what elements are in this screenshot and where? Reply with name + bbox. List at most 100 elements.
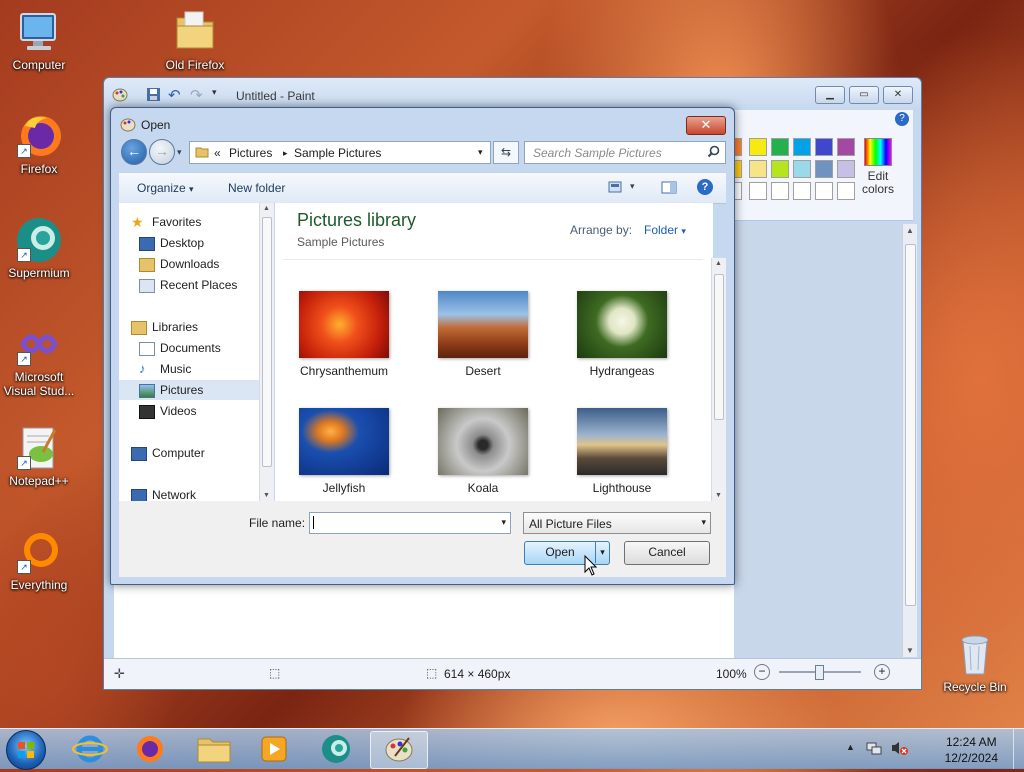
edit-colors-button[interactable]: Edit colors (856, 138, 900, 196)
color-swatch-empty[interactable] (734, 182, 742, 200)
nav-videos[interactable]: Videos (119, 401, 259, 421)
color-swatch[interactable] (837, 138, 855, 156)
nav-music[interactable]: ♪ Music (119, 359, 259, 379)
taskbar-paint[interactable] (370, 731, 428, 769)
color-swatch[interactable] (793, 138, 811, 156)
scroll-thumb[interactable] (905, 244, 916, 606)
start-button[interactable] (6, 730, 46, 770)
file-item-desert[interactable]: Desert (423, 291, 543, 378)
cancel-button[interactable]: Cancel (624, 541, 710, 565)
zoom-in-button[interactable]: + (874, 664, 890, 680)
color-swatch-empty[interactable] (837, 182, 855, 200)
zoom-slider[interactable] (779, 665, 861, 680)
desktop-icon-firefox[interactable]: ↗ Firefox (1, 112, 77, 176)
system-clock[interactable]: 12:24 AM 12/2/2024 (945, 734, 998, 766)
color-swatch[interactable] (771, 138, 789, 156)
back-button[interactable]: ← (121, 139, 147, 165)
taskbar-internet-explorer[interactable] (62, 731, 118, 767)
help-icon[interactable]: ? (697, 179, 713, 195)
file-name-dropdown-icon[interactable]: ▾ (501, 517, 506, 528)
arrange-by-dropdown[interactable]: Folder ▾ (644, 223, 686, 237)
file-name-input[interactable]: ▾ (309, 512, 511, 534)
address-dropdown-icon[interactable]: ▾ (478, 147, 483, 158)
maximize-button[interactable]: ▭ (849, 86, 879, 104)
network-tray-icon[interactable] (866, 740, 882, 759)
scroll-up-icon[interactable]: ▲ (263, 205, 270, 212)
file-type-select[interactable]: All Picture Files ▾ (523, 512, 711, 534)
save-icon[interactable] (146, 87, 161, 105)
volume-muted-icon[interactable] (890, 740, 908, 759)
taskbar-firefox[interactable] (122, 731, 178, 767)
scroll-thumb[interactable] (714, 274, 724, 420)
file-item-jellyfish[interactable]: Jellyfish (284, 408, 404, 495)
nav-favorites[interactable]: ★ Favorites (119, 212, 259, 232)
taskbar-media-player[interactable] (246, 731, 302, 767)
nav-downloads[interactable]: Downloads (119, 254, 259, 274)
color-swatch[interactable] (793, 160, 811, 178)
paint-app-icon[interactable] (112, 87, 128, 106)
taskbar-supermium[interactable] (308, 731, 364, 767)
scroll-up-icon[interactable]: ▲ (906, 226, 914, 235)
redo-icon[interactable]: ↷ (190, 86, 203, 104)
show-desktop-button[interactable] (1013, 729, 1024, 769)
zoom-slider-thumb[interactable] (815, 665, 824, 680)
scroll-up-icon[interactable]: ▲ (715, 260, 722, 267)
dialog-close-button[interactable]: ✕ (686, 116, 726, 135)
scroll-thumb[interactable] (262, 217, 272, 467)
minimize-button[interactable]: ▁ (815, 86, 845, 104)
undo-icon[interactable]: ↶ (168, 86, 181, 104)
view-dropdown-icon[interactable]: ▾ (630, 181, 635, 192)
desktop-icon-visual-studio[interactable]: ↗ Microsoft Visual Stud... (1, 320, 77, 398)
zoom-out-button[interactable]: − (754, 664, 770, 680)
scroll-down-icon[interactable]: ▼ (715, 492, 722, 499)
close-button[interactable]: ✕ (883, 86, 913, 104)
color-swatch-empty[interactable] (793, 182, 811, 200)
color-swatch[interactable] (749, 160, 767, 178)
desktop-icon-old-firefox[interactable]: Old Firefox (157, 8, 233, 72)
scroll-down-icon[interactable]: ▼ (263, 492, 270, 499)
color-swatch[interactable] (815, 160, 833, 178)
address-bar[interactable]: « Pictures ▸ Sample Pictures ▾ (189, 141, 491, 164)
file-type-dropdown-icon[interactable]: ▾ (701, 517, 706, 528)
color-swatch-empty[interactable] (815, 182, 833, 200)
nav-recent-places[interactable]: Recent Places (119, 275, 259, 295)
desktop-icon-supermium[interactable]: ↗ Supermium (1, 216, 77, 280)
color-swatch-empty[interactable] (749, 182, 767, 200)
color-swatch-empty[interactable] (771, 182, 789, 200)
file-item-lighthouse[interactable]: Lighthouse (562, 408, 682, 495)
recent-locations-dropdown-icon[interactable]: ▾ (177, 147, 182, 158)
desktop-icon-everything[interactable]: ↗ Everything (1, 528, 77, 592)
color-swatch[interactable] (837, 160, 855, 178)
breadcrumb-sample-pictures[interactable]: Sample Pictures (294, 146, 381, 160)
color-swatch[interactable] (734, 160, 742, 178)
breadcrumb-separator-icon[interactable]: ▸ (283, 148, 288, 159)
nav-network[interactable]: Network (119, 485, 259, 501)
nav-documents[interactable]: Documents (119, 338, 259, 358)
search-box[interactable]: Search Sample Pictures (524, 141, 726, 164)
nav-pictures[interactable]: Pictures (119, 380, 259, 400)
scroll-down-icon[interactable]: ▼ (906, 646, 914, 655)
breadcrumb-pictures[interactable]: Pictures (229, 146, 272, 160)
taskbar-explorer[interactable] (186, 731, 242, 767)
desktop-icon-notepadpp[interactable]: ↗ Notepad++ (1, 424, 77, 488)
nav-libraries[interactable]: Libraries (119, 317, 259, 337)
color-swatch[interactable] (749, 138, 767, 156)
file-list-scrollbar[interactable]: ▲ ▼ (711, 258, 726, 501)
desktop-icon-recycle-bin[interactable]: Recycle Bin (937, 630, 1013, 694)
help-icon[interactable]: ? (895, 112, 909, 126)
color-swatch[interactable] (771, 160, 789, 178)
breadcrumb-overflow[interactable]: « (214, 146, 221, 160)
forward-button[interactable]: → (149, 139, 175, 165)
refresh-button[interactable]: ⇆ (493, 141, 519, 164)
desktop-icon-computer[interactable]: Computer (1, 8, 77, 72)
organize-button[interactable]: Organize ▾ (137, 181, 194, 195)
new-folder-button[interactable]: New folder (228, 181, 285, 195)
color-swatch[interactable] (815, 138, 833, 156)
navigation-pane-scrollbar[interactable]: ▲ ▼ (259, 203, 274, 501)
canvas-vertical-scrollbar[interactable]: ▲ ▼ (902, 224, 917, 657)
nav-computer[interactable]: Computer (119, 443, 259, 463)
file-item-hydrangeas[interactable]: Hydrangeas (562, 291, 682, 378)
nav-desktop[interactable]: Desktop (119, 233, 259, 253)
preview-pane-icon[interactable] (661, 181, 677, 197)
quick-access-dropdown-icon[interactable]: ▾ (212, 87, 217, 98)
